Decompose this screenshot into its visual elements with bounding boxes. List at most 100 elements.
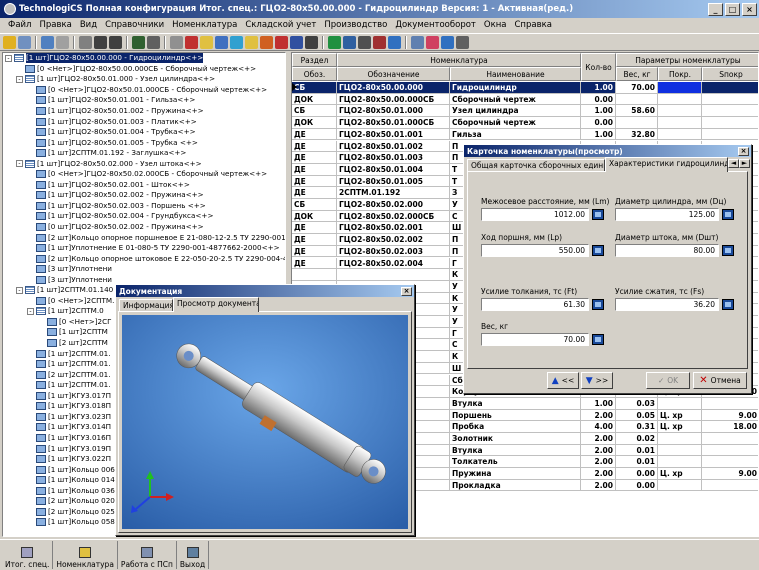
field-push-force[interactable]: 61.30 xyxy=(481,298,589,311)
table-row[interactable]: СБ ГЦО2-80х50.00.000 Гидроцилиндр 1.00 70.00 xyxy=(292,82,758,94)
tabs-scroll-left-icon[interactable]: ◄ xyxy=(728,159,739,168)
tab-document-view[interactable]: Просмотр документа xyxy=(173,297,259,312)
col-header-section[interactable]: Раздел xyxy=(292,53,337,67)
tree-node[interactable]: - [1 шт]ГЦО2-80х50.00.000 - Гидроцилиндр<… xyxy=(3,53,285,64)
book-icon[interactable] xyxy=(290,35,303,49)
table-row[interactable]: СБ ГЦО2-80х50.01.000 Узел цилиндра 1.00 58.6… xyxy=(292,105,758,118)
close-button[interactable]: × xyxy=(742,2,757,16)
menu-workflow[interactable]: Документооборот xyxy=(391,20,480,30)
collapse-toggle-icon[interactable]: - xyxy=(5,54,12,62)
tree-node[interactable]: [2 шт]Кольцо опорное штоковое Е 22-050-2… xyxy=(3,253,285,264)
formula-icon[interactable] xyxy=(358,35,371,49)
tree-node[interactable]: [1 шт]ГЦО2-80х50.01.003 - Платик<+> xyxy=(3,116,285,127)
tab-cylinder-characteristics[interactable]: Характеристики гидроцилиндра xyxy=(605,157,728,172)
calculator-icon[interactable] xyxy=(592,334,604,345)
tree-node[interactable]: [1 шт]ГЦО2-80х50.01.004 - Трубка<+> xyxy=(3,127,285,138)
collapse-toggle-icon[interactable]: - xyxy=(27,307,34,315)
collapse-toggle-icon[interactable]: - xyxy=(16,160,23,168)
col-header-designation-short[interactable]: Обоз. xyxy=(292,67,337,81)
print-icon[interactable] xyxy=(79,35,92,49)
field-compression-force[interactable]: 36.20 xyxy=(615,298,719,311)
tree-node[interactable]: [0 шт]ГЦО2-80х50.02.002 - Пружина<+> xyxy=(3,222,285,233)
menu-nomenclature[interactable]: Номенклатура xyxy=(168,20,241,30)
col-header-coating-area[interactable]: Sпокр xyxy=(702,67,758,81)
calculator-icon[interactable] xyxy=(592,245,604,256)
filter-icon[interactable] xyxy=(132,35,145,49)
field-center-distance[interactable]: 1012.00 xyxy=(481,208,589,221)
calculator-icon[interactable] xyxy=(722,209,734,220)
refresh-icon[interactable] xyxy=(41,35,54,49)
delete-icon[interactable] xyxy=(275,35,288,49)
collapse-toggle-icon[interactable]: - xyxy=(16,75,23,83)
nav-forward-icon[interactable] xyxy=(109,35,122,49)
folder-icon[interactable] xyxy=(245,35,258,49)
col-header-nomenclature[interactable]: Номенклатура xyxy=(337,53,581,67)
tree-node[interactable]: [1 шт]2СПТМ.01.192 - Заглушка<+> xyxy=(3,148,285,159)
cancel-button[interactable]: ✕ Отмена xyxy=(693,372,747,389)
menu-view[interactable]: Вид xyxy=(76,20,101,30)
monitor-icon[interactable] xyxy=(343,35,356,49)
tree-node[interactable]: [0 <Нет>]ГЦО2-80х50.01.000СБ - Сборочный… xyxy=(3,85,285,96)
next-record-button[interactable]: ▼ >> xyxy=(581,372,613,389)
menu-references[interactable]: Справочники xyxy=(101,20,168,30)
field-weight[interactable]: 70.00 xyxy=(481,333,589,346)
tree-node[interactable]: [1 шт]ГЦО2-80х50.02.003 - Поршень <+> xyxy=(3,201,285,212)
menu-windows[interactable]: Окна xyxy=(480,20,511,30)
col-header-weight[interactable]: Вес, кг xyxy=(616,67,658,81)
view-icon[interactable] xyxy=(230,35,243,49)
table-row[interactable]: ДОК ГЦО2-80х50.01.000СБ Сборочный чертеж 0.… xyxy=(292,117,758,129)
menu-warehouse[interactable]: Складской учет xyxy=(241,20,320,30)
tree-node[interactable]: [1 шт]ГЦО2-80х50.02.004 - Грундбукса<+> xyxy=(3,211,285,222)
calculator-icon[interactable] xyxy=(592,209,604,220)
calculator-icon[interactable] xyxy=(722,245,734,256)
tree-icon[interactable] xyxy=(411,35,424,49)
diamond-icon[interactable] xyxy=(456,35,469,49)
tree-node[interactable]: [1 шт]Уплотнение Е 01-080-5 ТУ 2290-001-… xyxy=(3,243,285,254)
menu-help[interactable]: Справка xyxy=(510,20,555,30)
ok-button[interactable]: ✓ OK xyxy=(646,372,690,389)
tree-node[interactable]: [2 шт]Кольцо опорное поршневое Е 21-080-… xyxy=(3,232,285,243)
tabs-scroll-right-icon[interactable]: ► xyxy=(739,159,750,168)
col-header-designation[interactable]: Обозначение xyxy=(337,67,450,81)
tree-node[interactable]: [0 <Нет>]ГЦО2-80х50.00.000СБ - Сборочный… xyxy=(3,64,285,75)
prev-record-button[interactable]: ▲ << xyxy=(547,372,579,389)
chart-icon[interactable] xyxy=(260,35,273,49)
col-header-quantity[interactable]: Кол-во xyxy=(581,53,616,81)
settings-icon[interactable] xyxy=(388,35,401,49)
layout-icon[interactable] xyxy=(373,35,386,49)
tree-node[interactable]: - [1 шт]ГЦО2-80х50.02.000 - Узел штока<+> xyxy=(3,158,285,169)
nomenclature-button[interactable]: Номенклатура xyxy=(53,541,118,569)
field-rod-diameter[interactable]: 80.00 xyxy=(615,244,719,257)
psp-work-button[interactable]: Работа с ПСп xyxy=(118,541,177,569)
calculator-icon[interactable] xyxy=(722,299,734,310)
field-piston-stroke[interactable]: 550.00 xyxy=(481,244,589,257)
card-close-button[interactable]: × xyxy=(738,146,749,156)
green-icon[interactable] xyxy=(328,35,341,49)
calc-icon[interactable] xyxy=(170,35,183,49)
col-header-parameters[interactable]: Параметры номенклатуры xyxy=(616,53,758,67)
folder-add-icon[interactable] xyxy=(200,35,213,49)
minimize-button[interactable]: _ xyxy=(708,2,723,16)
open-folder-icon[interactable] xyxy=(3,35,16,49)
maximize-button[interactable]: □ xyxy=(725,2,740,16)
tools-icon[interactable] xyxy=(147,35,160,49)
tree-node[interactable]: [1 шт]ГЦО2-80х50.02.001 - Шток<+> xyxy=(3,180,285,191)
tree-node[interactable]: [0 <Нет>]ГЦО2-80х50.02.000СБ - Сборочный… xyxy=(3,169,285,180)
exit-button[interactable]: Выход xyxy=(177,541,210,569)
tree-node[interactable]: [1 шт]ГЦО2-80х50.02.002 - Пружина<+> xyxy=(3,190,285,201)
pin-icon[interactable] xyxy=(185,35,198,49)
user-icon[interactable] xyxy=(305,35,318,49)
cube-icon[interactable] xyxy=(441,35,454,49)
nav-back-icon[interactable] xyxy=(94,35,107,49)
menu-file[interactable]: Файл xyxy=(4,20,35,30)
doc-close-button[interactable]: × xyxy=(401,286,412,296)
tree-node[interactable]: [1 шт]ГЦО2-80х50.01.001 - Гильза<+> xyxy=(3,95,285,106)
tree-node[interactable]: [3 шт]Уплотнени xyxy=(3,264,285,275)
final-spec-button[interactable]: Итог. спец. xyxy=(2,541,54,569)
tree-node[interactable]: - [1 шт]ГЦО2-80х50.01.000 - Узел цилиндра… xyxy=(3,74,285,85)
table-row[interactable]: ДОК ГЦО2-80х50.00.000СБ Сборочный чертеж 0.… xyxy=(292,93,758,106)
col-header-name[interactable]: Наименование xyxy=(450,67,581,81)
doc-icon[interactable] xyxy=(56,35,69,49)
tree-node[interactable]: [1 шт]ГЦО2-80х50.01.005 - Трубка <+> xyxy=(3,137,285,148)
col-header-coating[interactable]: Покр. xyxy=(658,67,702,81)
